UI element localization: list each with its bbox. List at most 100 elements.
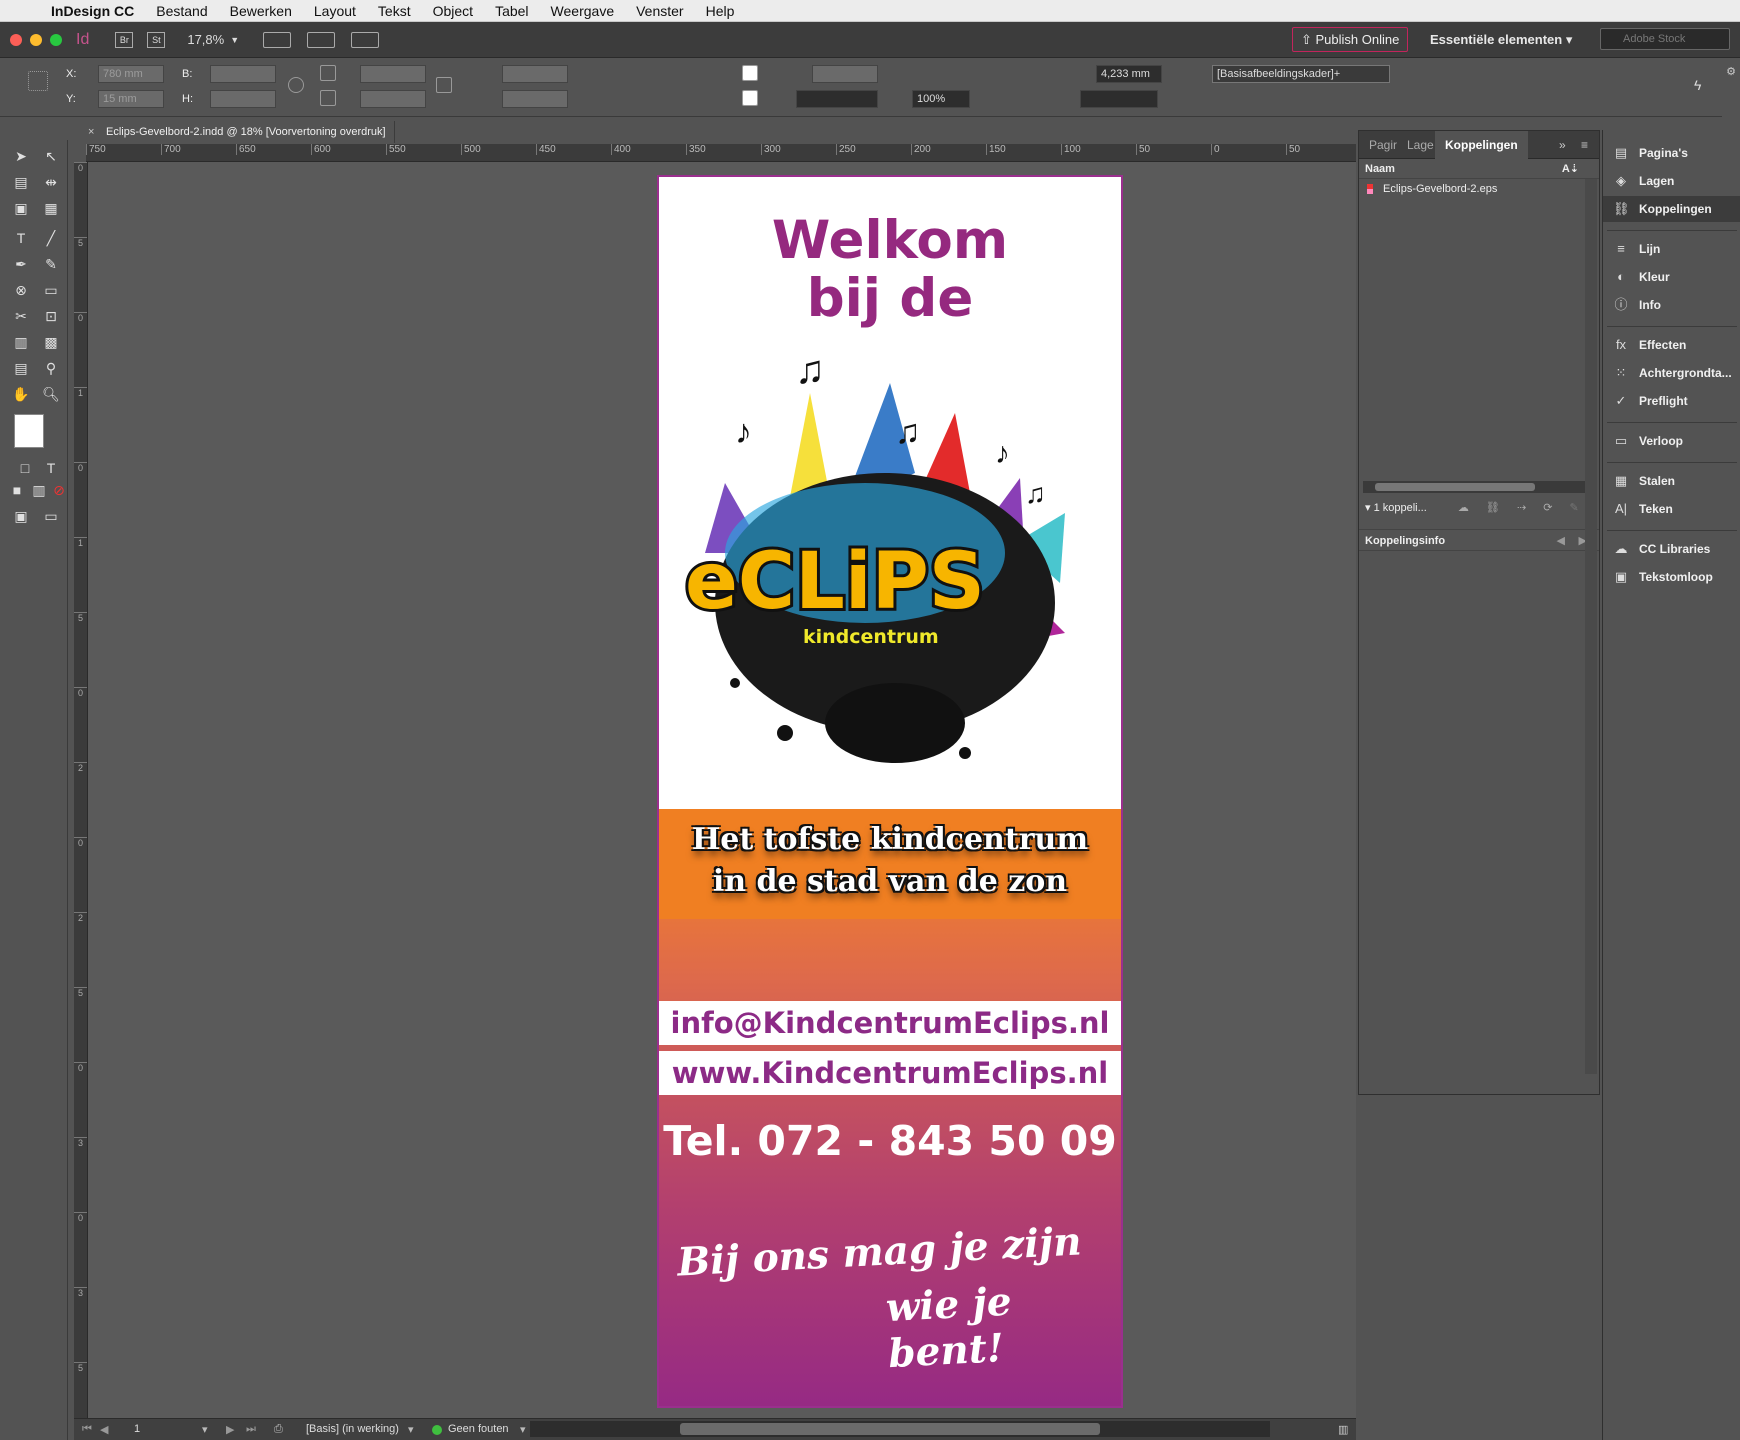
formatting-container-icon[interactable]: □ [14,458,36,478]
normal-view-icon[interactable]: ▣ [10,506,32,526]
chevron-down-icon[interactable]: ▾ [520,1423,526,1436]
constrain-proportions-icon[interactable] [288,77,304,93]
link-row[interactable]: Eclips-Gevelbord-2.eps [1359,179,1599,199]
eclips-logo-graphic[interactable]: ♫ ♫ ♪ ♪ ♫ eCLiPS kindcentrum [665,348,1119,791]
stroke-swatch-icon[interactable] [742,90,758,106]
dock-item-gradient[interactable]: ▭ Verloop [1603,428,1740,454]
direct-selection-tool-icon[interactable]: ↖ [40,146,62,166]
links-summary[interactable]: ▾ 1 koppeli... ☁ ⛓ ⇢ ⟳ ✎ [1365,501,1579,514]
type-tool-icon[interactable]: T [10,228,32,248]
close-window-button[interactable] [10,33,22,46]
fill-swatch-icon[interactable] [742,65,758,81]
corner-options-field[interactable] [1080,90,1158,108]
shear-field[interactable] [502,90,568,108]
minimize-window-button[interactable] [30,33,42,46]
y-position-field[interactable]: 15 mm [98,90,164,108]
menu-layout[interactable]: Layout [303,3,367,19]
collapse-panel-icon[interactable]: » [1559,138,1566,152]
free-transform-tool-icon[interactable]: ⊡ [40,306,62,326]
dock-item-background-tasks[interactable]: ⁙ Achtergrondta... [1603,360,1740,386]
dock-item-color[interactable]: ◐ Kleur [1603,264,1740,290]
preflight-status[interactable]: Geen fouten [448,1423,509,1435]
stock-button[interactable]: St [147,31,166,48]
arrange-documents-button[interactable] [351,31,380,48]
content-placer-icon[interactable]: ▦ [40,198,62,218]
scroll-thumb[interactable] [680,1423,1100,1435]
stock-search-input[interactable]: Adobe Stock [1600,28,1730,50]
screen-mode-button[interactable] [307,31,336,48]
tab-pages[interactable]: Pagir [1369,138,1397,152]
next-page-icon[interactable]: ▶ [226,1423,234,1436]
reference-point-icon[interactable] [28,71,48,91]
eyedropper-tool-icon[interactable]: ⚲ [40,358,62,378]
dock-item-info[interactable]: ⓘ Info [1603,292,1740,318]
gap-tool-icon[interactable]: ⇹ [40,172,62,192]
menu-bestand[interactable]: Bestand [145,3,218,19]
formatting-text-icon[interactable]: T [40,458,62,478]
last-page-icon[interactable]: ⏭ [246,1423,256,1436]
workspace-switcher[interactable]: Essentiële elementen ▾ [1430,32,1572,48]
bridge-button[interactable]: Br [115,31,134,48]
scale-x-field[interactable] [360,65,426,83]
apply-gradient-icon[interactable]: ▥ [28,480,50,500]
link-scale-icon[interactable] [436,77,452,93]
x-position-field[interactable]: 780 mm [98,65,164,83]
previous-link-icon[interactable]: ◀ [1557,530,1565,552]
tab-layers[interactable]: Lage [1407,138,1434,152]
page-tool-icon[interactable]: ▤ [10,172,32,192]
apply-none-icon[interactable]: ⊘ [48,480,70,500]
relink-icon[interactable]: ⛓ [1486,502,1500,514]
gradient-feather-tool-icon[interactable]: ▩ [40,332,62,352]
tab-links[interactable]: Koppelingen [1435,131,1528,159]
menu-tabel[interactable]: Tabel [484,3,539,19]
dock-item-effects[interactable]: fx Effecten [1603,332,1740,358]
view-options-button[interactable] [263,31,292,48]
horizontal-ruler[interactable]: 750 700 650 600 550 500 450 400 350 300 250 200 150 1… [86,144,1356,162]
go-to-link-icon[interactable]: ⇢ [1517,502,1526,514]
first-page-icon[interactable]: ⏮ [82,1423,92,1436]
dock-item-swatches[interactable]: ▦ Stalen [1603,468,1740,494]
fill-stroke-swatch-icon[interactable] [14,414,44,448]
zoom-window-button[interactable] [50,33,62,46]
opacity-field[interactable]: 100% [912,90,970,108]
vertical-ruler[interactable]: 05010150202503035 [74,162,88,1418]
dock-item-preflight[interactable]: ✓ Preflight [1603,388,1740,414]
zoom-tool-icon[interactable]: 🔍︎ [40,384,62,404]
previous-page-icon[interactable]: ◀ [100,1423,108,1436]
dock-item-character[interactable]: A| Teken [1603,496,1740,522]
stroke-weight-field[interactable] [812,65,878,83]
zoom-level[interactable]: 17,8% [187,32,224,47]
height-field[interactable] [210,90,276,108]
menu-help[interactable]: Help [695,3,746,19]
split-window-icon[interactable]: ▥ [1338,1423,1348,1436]
pencil-tool-icon[interactable]: ✎ [40,254,62,274]
dock-item-links[interactable]: ⛓ Koppelingen [1603,196,1740,222]
publish-online-button[interactable]: ⇧ Publish Online [1292,27,1409,52]
content-collector-icon[interactable]: ▣ [10,198,32,218]
menu-weergave[interactable]: Weergave [540,3,626,19]
note-tool-icon[interactable]: ▤ [10,358,32,378]
rectangle-tool-icon[interactable]: ▭ [40,280,62,300]
dock-item-stroke[interactable]: ≡ Lijn [1603,236,1740,262]
hand-tool-icon[interactable]: ✋ [10,384,32,404]
menu-bewerken[interactable]: Bewerken [219,3,303,19]
lightning-icon[interactable]: ϟ [1694,77,1710,93]
horizontal-scrollbar[interactable] [530,1421,1270,1437]
dock-item-text-wrap[interactable]: ▣ Tekstomloop [1603,564,1740,590]
links-horizontal-scrollbar[interactable] [1363,481,1589,493]
line-tool-icon[interactable]: ╱ [40,228,62,248]
chevron-down-icon[interactable]: ▾ [202,1423,208,1436]
update-link-icon[interactable]: ⟳ [1543,502,1552,514]
document-page[interactable]: Welkom bij de ♫ ♫ ♪ ♪ ♫ eCLiPS kindcentr… [657,175,1123,1408]
rotation-field[interactable] [502,65,568,83]
link-info-header[interactable]: Koppelingsinfo ◀ ▶ [1359,529,1599,551]
menu-venster[interactable]: Venster [625,3,694,19]
menu-tekst[interactable]: Tekst [367,3,422,19]
chevron-down-icon[interactable]: ▼ [230,35,239,45]
master-status[interactable]: [Basis] (in werking) [306,1423,399,1435]
pen-tool-icon[interactable]: ✒ [10,254,32,274]
chevron-down-icon[interactable]: ▾ [408,1423,414,1436]
gear-icon[interactable]: ⚙ [1722,65,1740,78]
object-style-select[interactable]: [Basisafbeeldingskader]+ [1212,65,1390,83]
apply-color-icon[interactable]: ■ [6,480,28,500]
